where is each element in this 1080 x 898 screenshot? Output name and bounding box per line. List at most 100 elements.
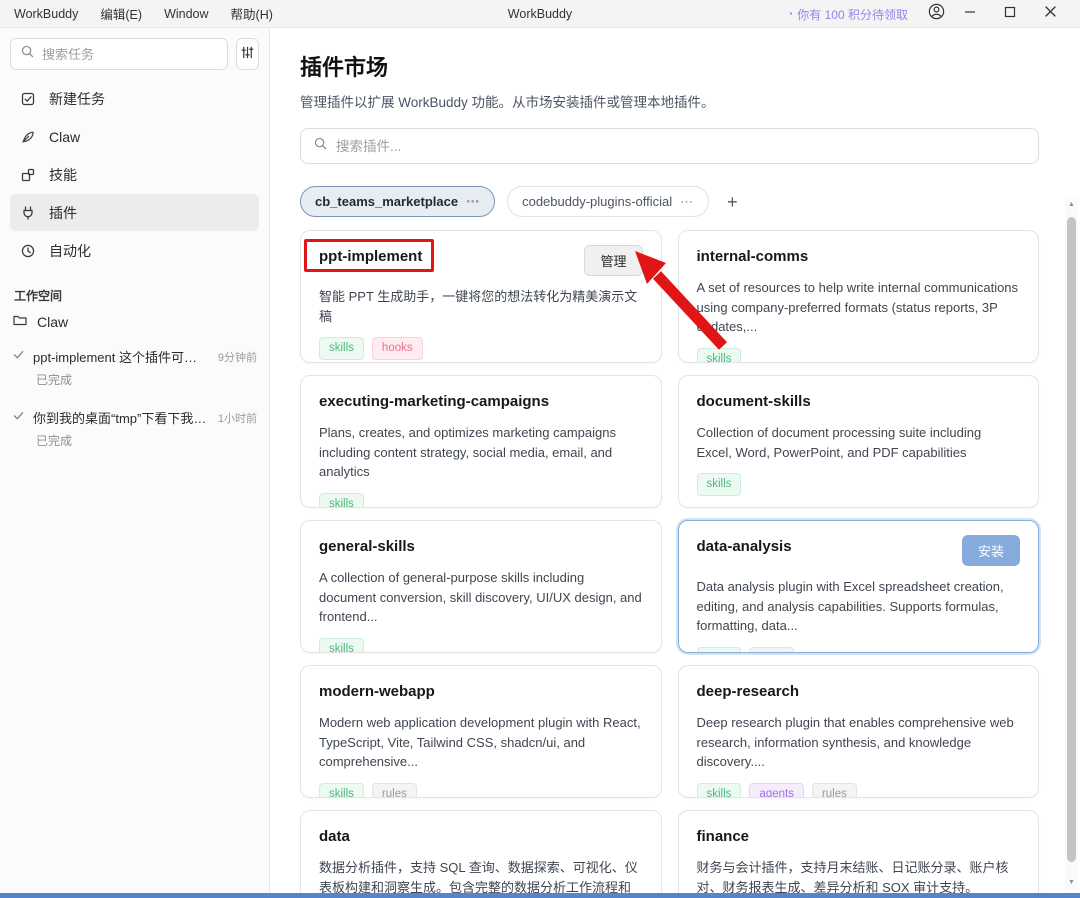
close-icon <box>1044 5 1057 23</box>
minimize-button[interactable] <box>950 0 990 28</box>
source-tab-codebuddy-plugins-official[interactable]: codebuddy-plugins-official ⋯ <box>507 186 709 217</box>
menu-item-app[interactable]: WorkBuddy <box>14 7 78 21</box>
search-icon <box>20 44 35 64</box>
menu-item-3[interactable]: 帮助(H) <box>231 4 273 23</box>
plugin-tag: agents <box>749 783 804 799</box>
titlebar: WorkBuddy 编辑(E) Window 帮助(H) WorkBuddy ▪ 你有… <box>0 0 1080 28</box>
plugin-card-data-analysis[interactable]: data-analysis 安装 Data analysis plugin wi… <box>678 520 1040 653</box>
sidebar-item-skills[interactable]: 技能 <box>10 156 259 193</box>
folder-icon <box>12 312 28 331</box>
plugin-description: A set of resources to help write interna… <box>697 278 1021 337</box>
source-tab-cb_teams_marketplace[interactable]: cb_teams_marketplace ⋯ <box>300 186 495 217</box>
task-search-box <box>10 38 228 70</box>
plugin-tags: skills <box>697 473 1021 496</box>
account-button[interactable] <box>922 0 950 28</box>
maximize-icon <box>1004 5 1016 23</box>
plugin-card-grid: ppt-implement 管理 智能 PPT 生成助手，一键将您的想法转化为精… <box>300 230 1039 898</box>
plugin-card-general-skills[interactable]: general-skills A collection of general-p… <box>300 520 662 653</box>
scrollbar: ▲ ▼ <box>1065 197 1078 889</box>
titlebar-right: ▪ 你有 100 积分待领取 <box>789 0 1070 28</box>
plugin-description: A collection of general-purpose skills i… <box>319 568 643 627</box>
task-status: 已完成 <box>36 371 257 388</box>
plugin-tag: skills <box>697 348 742 364</box>
plugin-description: 数据分析插件，支持 SQL 查询、数据探索、可视化、仪表板构建和洞察生成。包含完… <box>319 858 643 898</box>
add-source-button[interactable]: + <box>721 193 744 211</box>
task-item[interactable]: ppt-implement 这个插件可用么？ 9分钟前 已完成 <box>0 347 269 388</box>
plugin-search-box <box>300 128 1039 164</box>
maximize-button[interactable] <box>990 0 1030 28</box>
sidebar-item-label: 自动化 <box>49 241 91 261</box>
plugin-name: data <box>319 827 350 847</box>
plugin-tags: skillsrules <box>697 647 1021 654</box>
page-subtitle: 管理插件以扩展 WorkBuddy 功能。从市场安装插件或管理本地插件。 <box>300 91 1039 111</box>
sidebar-item-label: 插件 <box>49 203 77 223</box>
plugin-card-deep-research[interactable]: deep-research Deep research plugin that … <box>678 665 1040 798</box>
plugin-name: finance <box>697 827 750 847</box>
plugin-tags: skills <box>319 638 643 654</box>
minimize-icon <box>964 5 976 23</box>
new-task-icon <box>20 91 36 107</box>
plugin-marketplace: 插件市场 管理插件以扩展 WorkBuddy 功能。从市场安装插件或管理本地插件… <box>270 28 1080 898</box>
install-button[interactable]: 安装 <box>962 535 1020 566</box>
points-notice[interactable]: ▪ 你有 100 积分待领取 <box>789 6 908 23</box>
plugin-name: document-skills <box>697 392 811 412</box>
skills-icon <box>20 167 36 183</box>
sidebar: 新建任务 Claw 技能 插件 自动化 工作空间 Claw ppt-implem… <box>0 28 270 898</box>
plugin-tag: rules <box>812 783 857 799</box>
sidebar-item-label: Claw <box>49 129 80 145</box>
check-icon <box>12 348 25 366</box>
source-tab-label: codebuddy-plugins-official <box>522 194 672 209</box>
more-icon[interactable]: ⋯ <box>466 194 480 210</box>
plugin-tags: skillsagentsrules <box>697 783 1021 799</box>
plugin-description: 智能 PPT 生成助手，一键将您的想法转化为精美演示文稿 <box>319 287 643 326</box>
plugin-card-internal-comms[interactable]: internal-comms A set of resources to hel… <box>678 230 1040 363</box>
menu-item-1[interactable]: 编辑(E) <box>100 4 142 23</box>
plugin-card-data[interactable]: data 数据分析插件，支持 SQL 查询、数据探索、可视化、仪表板构建和洞察生… <box>300 810 662 898</box>
scroll-up-button[interactable]: ▲ <box>1065 197 1078 211</box>
plugin-description: Modern web application development plugi… <box>319 713 643 772</box>
plugin-tag: skills <box>319 493 364 509</box>
plugin-card-ppt-implement[interactable]: ppt-implement 管理 智能 PPT 生成助手，一键将您的想法转化为精… <box>300 230 662 363</box>
scrollbar-thumb[interactable] <box>1067 217 1076 862</box>
sidebar-item-clock[interactable]: 自动化 <box>10 232 259 269</box>
sidebar-item-plugin[interactable]: 插件 <box>10 194 259 231</box>
sidebar-item-feather[interactable]: Claw <box>10 118 259 155</box>
plugin-tags: skills <box>697 348 1021 364</box>
workbuddy-window: WorkBuddy 编辑(E) Window 帮助(H) WorkBuddy ▪ 你有… <box>0 0 1080 898</box>
task-time: 1小时前 <box>218 410 257 426</box>
task-status: 已完成 <box>36 432 257 449</box>
plugin-name: data-analysis <box>697 537 792 557</box>
workspace-folder-label: Claw <box>37 314 68 330</box>
plugin-name: modern-webapp <box>319 682 435 702</box>
plugin-search-input[interactable] <box>336 139 1026 154</box>
plugin-tag: skills <box>319 638 364 654</box>
menu-item-2[interactable]: Window <box>164 7 208 21</box>
clock-icon <box>20 243 36 259</box>
workspace-folder[interactable]: Claw <box>12 312 257 331</box>
sidebar-item-new-task[interactable]: 新建任务 <box>10 80 259 117</box>
plugin-card-executing-marketing-campaigns[interactable]: executing-marketing-campaigns Plans, cre… <box>300 375 662 508</box>
plugin-name: executing-marketing-campaigns <box>319 392 549 412</box>
plugin-tag: hooks <box>372 337 423 360</box>
scroll-down-button[interactable]: ▼ <box>1065 875 1078 889</box>
task-item[interactable]: 你到我的桌面“tmp”下看下我最近... 1小时前 已完成 <box>0 408 269 449</box>
manage-button[interactable]: 管理 <box>584 245 642 276</box>
plugin-tags: skills <box>319 493 643 509</box>
feather-icon <box>20 129 36 145</box>
filter-button[interactable] <box>236 38 259 70</box>
task-time: 9分钟前 <box>218 349 257 365</box>
plugin-description: Plans, creates, and optimizes marketing … <box>319 423 643 482</box>
plugin-icon <box>20 205 36 221</box>
close-button[interactable] <box>1030 0 1070 28</box>
task-list: ppt-implement 这个插件可用么？ 9分钟前 已完成 你到我的桌面“t… <box>0 347 269 449</box>
plugin-card-modern-webapp[interactable]: modern-webapp Modern web application dev… <box>300 665 662 798</box>
more-icon[interactable]: ⋯ <box>680 194 694 210</box>
source-tabs: cb_teams_marketplace ⋯ codebuddy-plugins… <box>300 186 1039 217</box>
plugin-description: 财务与会计插件，支持月末结账、日记账分录、账户核对、财务报表生成、差异分析和 S… <box>697 858 1021 897</box>
plugin-card-document-skills[interactable]: document-skills Collection of document p… <box>678 375 1040 508</box>
plugin-description: Deep research plugin that enables compre… <box>697 713 1021 772</box>
plugin-card-finance[interactable]: finance 财务与会计插件，支持月末结账、日记账分录、账户核对、财务报表生成… <box>678 810 1040 898</box>
menubar: WorkBuddy 编辑(E) Window 帮助(H) <box>0 4 273 23</box>
task-search-input[interactable] <box>42 47 218 62</box>
plugin-tags: skillshooks <box>319 337 643 360</box>
